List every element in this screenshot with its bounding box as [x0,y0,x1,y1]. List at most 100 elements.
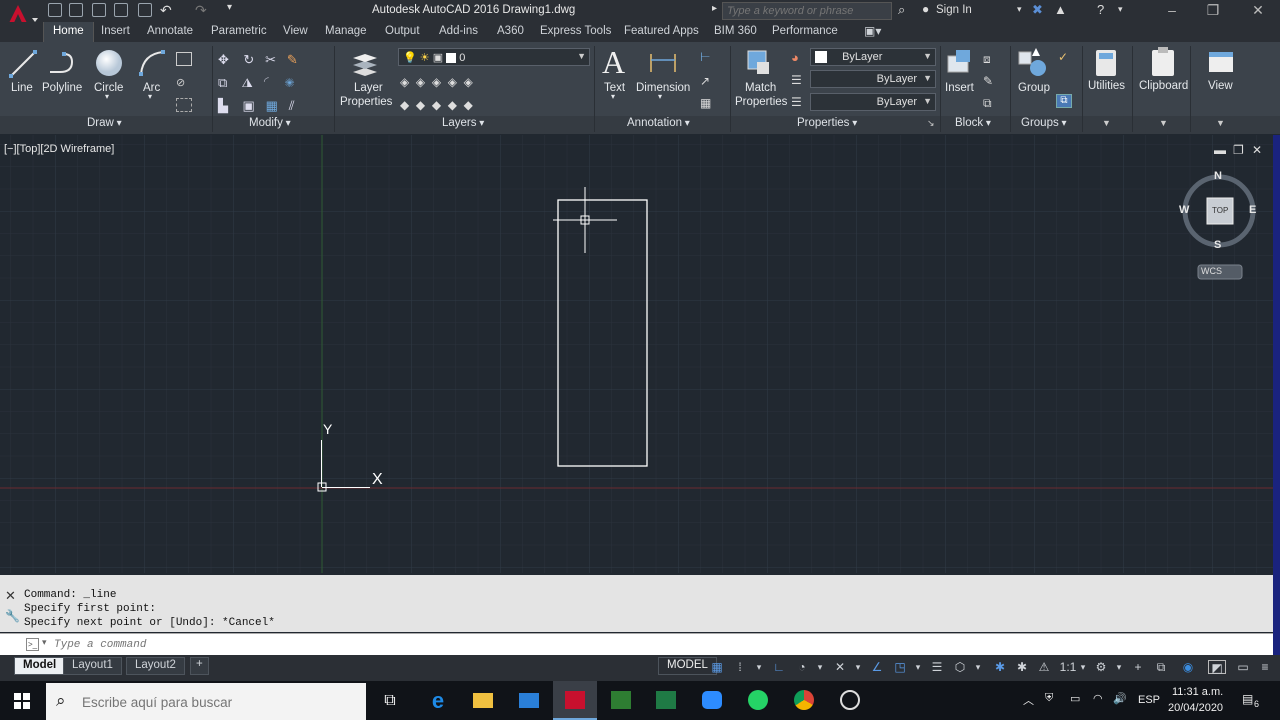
restore-icon[interactable]: ❐ [1198,2,1228,20]
layer-properties-label-line1[interactable]: Layer [354,82,383,94]
explode-icon[interactable]: ✺ [285,75,295,90]
tab-layout1[interactable]: Layout1 [63,657,122,675]
layer-freeze-icon[interactable]: ◈ [432,75,441,89]
ungroup-icon[interactable]: ✓ [1058,50,1074,64]
help-dropdown-icon[interactable]: ▾ [1118,4,1123,15]
group-selection-icon[interactable]: ⧉ [1056,94,1072,108]
viewcube-east[interactable]: E [1249,204,1256,216]
panel-groups-label[interactable]: Groups [1021,117,1067,129]
tab-home[interactable]: Home [43,22,94,42]
object-snap-tracking-icon[interactable]: ∠ [870,660,884,674]
scale-dropdown-icon[interactable]: ▾ [1076,660,1090,674]
copy-icon[interactable]: ⧉ [218,75,227,90]
task-view-icon[interactable]: ⧉ [368,681,412,720]
grid-display-icon[interactable]: ▦ [710,660,724,674]
save-icon[interactable] [92,3,106,17]
match-properties-label-line1[interactable]: Match [745,82,776,94]
panel-modify-label[interactable]: Modify [249,117,291,129]
edge-browser-icon[interactable]: e [416,681,460,720]
language-indicator[interactable]: ESP [1138,694,1160,706]
match-properties-label-line2[interactable]: Properties [735,96,787,108]
ortho-mode-icon[interactable]: ∟ [772,660,786,674]
insert-block-icon[interactable] [944,48,974,78]
taskbar-search-box[interactable]: ⌕ [46,683,366,720]
view-icon[interactable] [1207,50,1235,76]
attribute-icon[interactable]: ⧉ [983,96,999,110]
file-explorer-icon[interactable] [461,681,505,720]
rectangle-icon[interactable] [176,52,192,66]
isolate-objects-icon[interactable]: ◩ [1208,660,1226,675]
boundary-icon[interactable] [176,98,192,112]
viewcube-west[interactable]: W [1179,204,1189,216]
print-icon[interactable] [138,3,152,17]
lineweight-display-icon[interactable]: ☰ [930,660,944,674]
fillet-icon[interactable]: ◜ [264,75,274,90]
panel-layers-label[interactable]: Layers [442,117,484,129]
move-icon[interactable]: ✥ [218,52,229,67]
viewport-restore-icon[interactable]: ❐ [1233,143,1244,157]
tab-express-tools[interactable]: Express Tools [540,25,611,37]
clipboard-label[interactable]: Clipboard [1139,80,1188,92]
layer-unisolate-icon[interactable]: ◆ [416,98,425,112]
windows-start-icon[interactable] [14,693,30,709]
viewcube-north[interactable]: N [1214,170,1222,182]
polyline-icon[interactable] [46,48,78,80]
workspace-dropdown-icon[interactable]: ▾ [1112,660,1126,674]
trim-icon[interactable]: ✂ [265,52,276,67]
command-input[interactable] [54,637,954,653]
lineweight-dropdown[interactable]: ByLayer ▼ [810,93,936,111]
text-icon[interactable]: A [602,44,625,81]
help-icon[interactable]: ? [1097,2,1104,17]
text-dropdown-icon[interactable]: ▾ [611,92,615,101]
layer-make-current-icon[interactable]: ◆ [400,98,409,112]
sign-in-dropdown-icon[interactable]: ▾ [1017,4,1022,15]
scale-icon[interactable]: ▣ [242,98,254,113]
utilities-dropdown-icon[interactable]: ▼ [1102,118,1111,128]
help-search-box[interactable] [722,2,892,20]
osnap-dropdown-icon[interactable]: ▾ [911,660,925,674]
customization-menu-icon[interactable]: ≡ [1258,660,1272,674]
modify-tool-grid[interactable]: ✥ ↻ ✂ ✎ ⧉ ◮ ◜ ✺ ▙ ▣ ▦ ⫽ [218,48,328,113]
annotation-visibility-icon[interactable]: ✱ [993,660,1007,674]
group-tool-label[interactable]: Group [1018,82,1050,94]
wifi-icon[interactable]: ◠ [1093,692,1103,705]
user-icon[interactable]: ● [922,2,929,16]
layer-match-icon[interactable]: ◈ [464,75,473,89]
utilities-label[interactable]: Utilities [1088,80,1125,92]
viewport-controls-label[interactable]: [−][Top][2D Wireframe] [4,143,114,155]
arc-dropdown-icon[interactable]: ▾ [148,92,152,101]
zoom-icon[interactable] [690,681,734,720]
panel-block-label[interactable]: Block [955,117,991,129]
polar-dropdown-icon[interactable]: ▾ [813,660,827,674]
group-icon[interactable] [1016,46,1050,80]
tab-layout2[interactable]: Layout2 [126,657,185,675]
add-layout-icon[interactable]: + [190,657,209,675]
hardware-acceleration-icon[interactable]: ◉ [1181,660,1195,674]
clipboard-dropdown-icon[interactable]: ▼ [1159,118,1168,128]
layer-isolate-icon[interactable]: ◈ [416,75,425,89]
isometric-drafting-icon[interactable]: ✕ [833,660,847,674]
layer-unlock-icon[interactable]: ◆ [448,98,457,112]
dimension-tool-label[interactable]: Dimension [636,82,690,94]
selection-dropdown-icon[interactable]: ▾ [971,660,985,674]
layer-thaw-icon[interactable]: ◆ [432,98,441,112]
workspace-gear-icon[interactable]: ⚙ [1094,660,1108,674]
layer-properties-icon[interactable] [349,48,381,80]
recent-commands-dropdown-icon[interactable]: ▾ [42,637,47,648]
wcs-label[interactable]: WCS [1201,266,1222,276]
view-dropdown-icon[interactable]: ▼ [1216,118,1225,128]
tab-add-ins[interactable]: Add-ins [439,25,478,37]
chrome-icon[interactable] [782,681,826,720]
layer-tool-grid[interactable]: ◈ ◈ ◈ ◈ ◈ ◆ ◆ ◆ ◆ ◆ [400,71,510,117]
panel-draw-label[interactable]: Draw [87,117,122,129]
tray-overflow-icon[interactable]: ︿ [1023,692,1034,708]
snap-dropdown-icon[interactable]: ▾ [752,660,766,674]
excel-icon[interactable] [644,681,688,720]
battery-icon[interactable]: ▭ [1070,692,1080,705]
snap-mode-icon[interactable]: ⁞ [733,660,747,674]
arc-icon[interactable] [137,48,167,78]
obs-icon[interactable] [828,681,872,720]
mail-icon[interactable] [507,681,551,720]
annotation-scale-icon[interactable]: ⚠ [1037,660,1051,674]
isometric-dropdown-icon[interactable]: ▾ [851,660,865,674]
